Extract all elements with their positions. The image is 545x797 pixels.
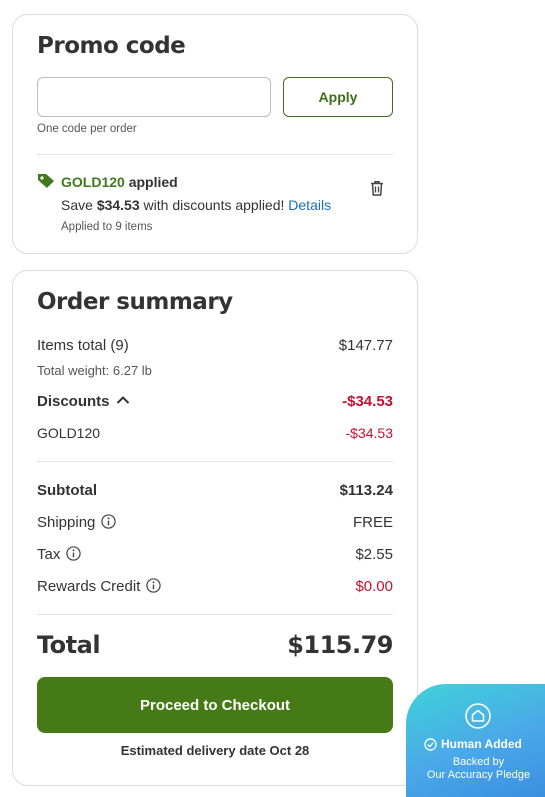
applied-to-items: Applied to 9 items — [61, 221, 153, 233]
rewards-credit-value: $0.00 — [355, 578, 393, 595]
discounts-value: -$34.53 — [342, 393, 393, 410]
rewards-credit-row: Rewards Credit $0.00 — [37, 578, 393, 595]
discount-code-label: GOLD120 — [37, 425, 101, 441]
info-icon[interactable] — [146, 578, 162, 593]
rewards-credit-label: Rewards Credit — [37, 578, 141, 595]
accuracy-pledge-badge[interactable]: Human Added Backed by Our Accuracy Pledg… — [406, 684, 545, 797]
tag-icon — [38, 174, 54, 188]
discounts-label: Discounts — [37, 393, 110, 410]
discount-code-value: -$34.53 — [345, 425, 393, 441]
total-weight-text: Total weight: 6.27 lb — [37, 363, 152, 378]
human-added-text: Human Added — [441, 737, 522, 751]
applied-code-line: GOLD120 applied — [61, 174, 178, 190]
promo-code-input[interactable] — [37, 77, 271, 117]
savings-amount: $34.53 — [96, 197, 140, 213]
subtotal-value: $113.24 — [339, 482, 393, 499]
human-added-line: Human Added — [424, 737, 522, 751]
applied-word: applied — [128, 174, 178, 190]
shipping-label: Shipping — [37, 514, 96, 531]
backed-by-line: Backed by — [452, 756, 505, 768]
info-icon[interactable] — [66, 546, 82, 561]
subtotal-row: Subtotal $113.24 — [37, 482, 393, 499]
subtotal-label: Subtotal — [37, 482, 97, 499]
items-total-label: Items total (9) — [37, 337, 129, 354]
savings-line: Save $34.53 with discounts applied! Deta… — [61, 197, 331, 213]
info-icon[interactable] — [101, 514, 117, 529]
promo-code-card: Promo code Apply One code per order GOLD… — [12, 14, 418, 254]
check-circle-icon — [424, 737, 437, 751]
tax-label: Tax — [37, 546, 61, 563]
proceed-to-checkout-button[interactable]: Proceed to Checkout — [37, 677, 393, 733]
divider — [37, 461, 393, 462]
total-value: $115.79 — [287, 631, 393, 659]
order-summary-card: Order summary Items total (9) $147.77 To… — [12, 270, 418, 786]
divider — [37, 614, 393, 615]
savings-suffix: with discounts applied! — [139, 197, 289, 213]
applied-code: GOLD120 — [61, 174, 125, 190]
total-weight: Total weight: 6.27 lb — [37, 363, 393, 378]
details-link[interactable]: Details — [288, 197, 331, 213]
discounts-toggle[interactable]: Discounts — [37, 393, 130, 410]
shipping-row: Shipping FREE — [37, 514, 393, 531]
shipping-value: FREE — [352, 514, 393, 531]
estimated-delivery: Estimated delivery date Oct 28 — [120, 743, 310, 758]
trash-icon[interactable] — [368, 179, 386, 197]
items-total-value: $147.77 — [338, 337, 393, 354]
discounts-row: Discounts -$34.53 — [37, 393, 393, 410]
savings-prefix: Save — [61, 197, 97, 213]
items-total-row: Items total (9) $147.77 — [37, 337, 393, 354]
promo-code-title: Promo code — [37, 33, 186, 59]
chevron-up-icon — [116, 396, 129, 404]
divider — [37, 154, 393, 155]
apply-button[interactable]: Apply — [283, 77, 393, 117]
tax-value: $2.55 — [355, 546, 393, 563]
tax-row: Tax $2.55 — [37, 546, 393, 563]
promo-hint: One code per order — [37, 123, 137, 135]
total-label: Total — [37, 631, 101, 659]
order-summary-title: Order summary — [37, 289, 233, 315]
home-icon — [465, 703, 491, 729]
backed-by-text: Backed by Our Accuracy Pledge — [406, 756, 545, 782]
accuracy-pledge-line: Our Accuracy Pledge — [426, 769, 531, 781]
discount-code-row: GOLD120 -$34.53 — [37, 425, 393, 441]
total-row: Total $115.79 — [37, 631, 393, 659]
